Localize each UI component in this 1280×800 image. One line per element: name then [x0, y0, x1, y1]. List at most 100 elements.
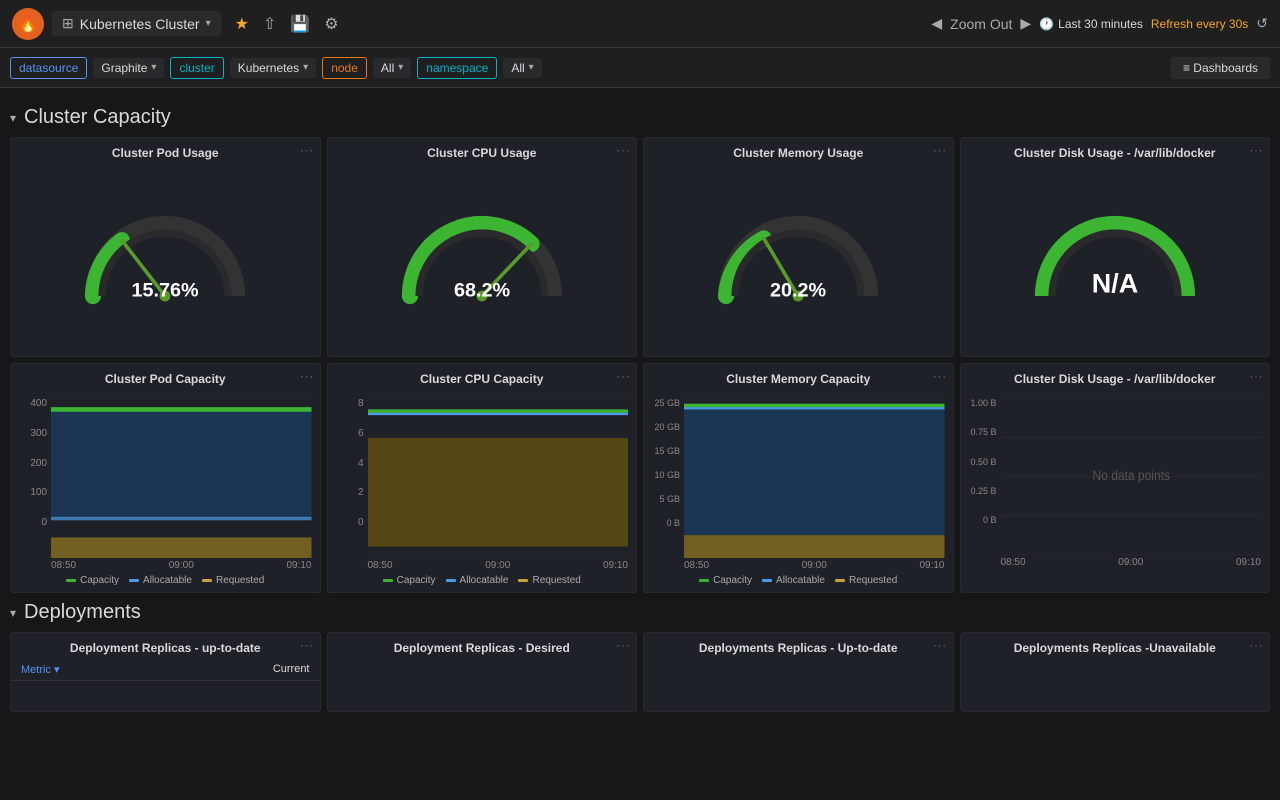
cpu-capacity-svg — [368, 398, 629, 558]
title-caret-icon: ▾ — [206, 18, 211, 29]
refresh-interval-label[interactable]: Refresh every 30s — [1151, 17, 1248, 31]
cluster-memory-capacity-panel: Cluster Memory Capacity ⋯ 25 GB 20 GB 15… — [643, 363, 954, 593]
legend-allocatable-label: Allocatable — [143, 575, 192, 586]
node-filter[interactable]: node — [322, 57, 367, 79]
deployments-panel-grid: Deployment Replicas - up-to-date ⋯ Metri… — [10, 632, 1270, 712]
deployments-replicas-unavailable-title: Deployments Replicas -Unavailable — [961, 633, 1270, 659]
disk-capacity-menu-icon[interactable]: ⋯ — [1249, 368, 1263, 385]
mem-legend-capacity-dot — [699, 579, 709, 582]
deployment-table-header: Metric ▾ Current — [11, 659, 320, 681]
replicas-uptodate2-menu-icon[interactable]: ⋯ — [933, 637, 947, 654]
cluster-disk-usage-panel: Cluster Disk Usage - /var/lib/docker ⋯ N… — [960, 137, 1271, 357]
zoom-forward-button[interactable]: ▶ — [1020, 15, 1031, 32]
mem-legend-requested: Requested — [835, 575, 897, 586]
all-filter-1[interactable]: All ▾ — [373, 58, 411, 78]
disk-capacity-y-axis: 1.00 B 0.75 B 0.50 B 0.25 B 0 B — [961, 398, 1001, 525]
cpu-capacity-y-axis: 8 6 4 2 0 — [328, 398, 368, 528]
replicas-unavailable-menu-icon[interactable]: ⋯ — [1249, 637, 1263, 654]
pod-capacity-y-axis: 400 300 200 100 0 — [11, 398, 51, 528]
deployments-section-header: ▾ Deployments — [10, 601, 1270, 624]
disk-capacity-chart: 1.00 B 0.75 B 0.50 B 0.25 B 0 B No data … — [961, 390, 1270, 555]
time-controls: ◀ Zoom Out ▶ 🕐 Last 30 minutes Refresh e… — [931, 15, 1268, 32]
memory-usage-svg: 20.2% — [708, 205, 888, 315]
cluster-disk-capacity-title: Cluster Disk Usage - /var/lib/docker — [961, 364, 1270, 390]
legend-requested: Requested — [202, 575, 264, 586]
pod-usage-svg: 15.76% — [75, 205, 255, 315]
legend-capacity-label: Capacity — [80, 575, 119, 586]
cluster-pod-capacity-panel: Cluster Pod Capacity ⋯ 400 300 200 100 0 — [10, 363, 321, 593]
all-filter-2[interactable]: All ▾ — [503, 58, 541, 78]
memory-capacity-svg — [684, 398, 945, 558]
disk-usage-svg: N/A — [1025, 205, 1205, 315]
nav-icon-group: ★ ⇧ 💾 ⚙ — [235, 14, 339, 34]
gauge-panel-grid: Cluster Pod Usage ⋯ 15.76% Clus — [10, 137, 1270, 357]
cluster-capacity-title: Cluster Capacity — [24, 106, 171, 129]
metric-sort-button[interactable]: Metric ▾ — [21, 663, 59, 676]
logo-button[interactable]: 🔥 — [12, 8, 44, 40]
zoom-out-button[interactable]: Zoom Out — [950, 16, 1012, 32]
legend-capacity: Capacity — [66, 575, 119, 586]
svg-text:15.76%: 15.76% — [132, 280, 200, 302]
save-icon[interactable]: 💾 — [290, 14, 310, 34]
cluster-filter[interactable]: cluster — [170, 57, 223, 79]
pod-usage-menu-icon[interactable]: ⋯ — [300, 142, 314, 159]
namespace-filter[interactable]: namespace — [417, 57, 497, 79]
cluster-cpu-usage-panel: Cluster CPU Usage ⋯ 68.2% — [327, 137, 638, 357]
dashboards-button[interactable]: ≡ Dashboards — [1171, 57, 1270, 79]
memory-capacity-menu-icon[interactable]: ⋯ — [933, 368, 947, 385]
cpu-usage-svg: 68.2% — [392, 205, 572, 315]
replicas-uptodate-menu-icon[interactable]: ⋯ — [300, 637, 314, 654]
deployments-replicas-uptodate-panel: Deployments Replicas - Up-to-date ⋯ — [643, 632, 954, 712]
cpu-usage-menu-icon[interactable]: ⋯ — [616, 142, 630, 159]
share-icon[interactable]: ⇧ — [263, 14, 276, 34]
cpu-usage-gauge: 68.2% — [328, 164, 637, 356]
mem-legend-allocatable-dot — [762, 579, 772, 582]
all1-caret-icon: ▾ — [398, 62, 403, 73]
cpu-legend-allocatable-label: Allocatable — [460, 575, 509, 586]
pod-capacity-menu-icon[interactable]: ⋯ — [300, 368, 314, 385]
memory-capacity-legend: Capacity Allocatable Requested — [644, 571, 953, 592]
deployments-replicas-uptodate-title: Deployments Replicas - Up-to-date — [644, 633, 953, 659]
datasource-filter[interactable]: datasource — [10, 57, 87, 79]
deployments-title: Deployments — [24, 601, 141, 624]
disk-capacity-svg: No data points — [1001, 398, 1262, 555]
cpu-legend-allocatable-dot — [446, 579, 456, 582]
legend-allocatable-dot — [129, 579, 139, 582]
memory-usage-menu-icon[interactable]: ⋯ — [933, 142, 947, 159]
pod-usage-gauge: 15.76% — [11, 164, 320, 356]
cluster-capacity-toggle[interactable]: ▾ — [10, 111, 16, 125]
graphite-filter[interactable]: Graphite ▾ — [93, 58, 164, 78]
mem-legend-requested-label: Requested — [849, 575, 897, 586]
mem-legend-capacity: Capacity — [699, 575, 752, 586]
cpu-legend-requested: Requested — [518, 575, 580, 586]
disk-usage-menu-icon[interactable]: ⋯ — [1249, 142, 1263, 159]
settings-icon[interactable]: ⚙ — [324, 14, 338, 34]
svg-text:No data points: No data points — [1092, 467, 1169, 483]
mem-legend-capacity-label: Capacity — [713, 575, 752, 586]
cluster-disk-usage-title: Cluster Disk Usage - /var/lib/docker — [1010, 138, 1219, 164]
legend-requested-dot — [202, 579, 212, 582]
svg-text:20.2%: 20.2% — [770, 280, 827, 302]
pod-capacity-svg — [51, 398, 312, 558]
memory-usage-gauge: 20.2% — [644, 164, 953, 356]
cluster-pod-usage-panel: Cluster Pod Usage ⋯ 15.76% — [10, 137, 321, 357]
deployments-toggle[interactable]: ▾ — [10, 606, 16, 620]
deployments-replicas-unavailable-panel: Deployments Replicas -Unavailable ⋯ — [960, 632, 1271, 712]
time-range-display[interactable]: 🕐 Last 30 minutes — [1039, 17, 1143, 31]
refresh-icon[interactable]: ↺ — [1256, 15, 1268, 32]
kubernetes-filter[interactable]: Kubernetes ▾ — [230, 58, 316, 78]
all2-caret-icon: ▾ — [529, 62, 534, 73]
memory-capacity-chart: 25 GB 20 GB 15 GB 10 GB 5 GB 0 B — [644, 390, 953, 558]
dashboard-title-group[interactable]: ⊞ Kubernetes Cluster ▾ — [52, 11, 221, 36]
cpu-capacity-legend: Capacity Allocatable Requested — [328, 571, 637, 592]
clock-icon: 🕐 — [1039, 17, 1054, 31]
zoom-back-button[interactable]: ◀ — [931, 15, 942, 32]
disk-usage-gauge: N/A — [961, 164, 1270, 356]
logo-icon: 🔥 — [18, 14, 38, 34]
star-icon[interactable]: ★ — [235, 14, 249, 34]
replicas-desired-menu-icon[interactable]: ⋯ — [616, 637, 630, 654]
cluster-cpu-capacity-panel: Cluster CPU Capacity ⋯ 8 6 4 2 0 — [327, 363, 638, 593]
filter-bar: datasource Graphite ▾ cluster Kubernetes… — [0, 48, 1280, 88]
pod-capacity-chart: 400 300 200 100 0 — [11, 390, 320, 558]
cpu-capacity-menu-icon[interactable]: ⋯ — [616, 368, 630, 385]
